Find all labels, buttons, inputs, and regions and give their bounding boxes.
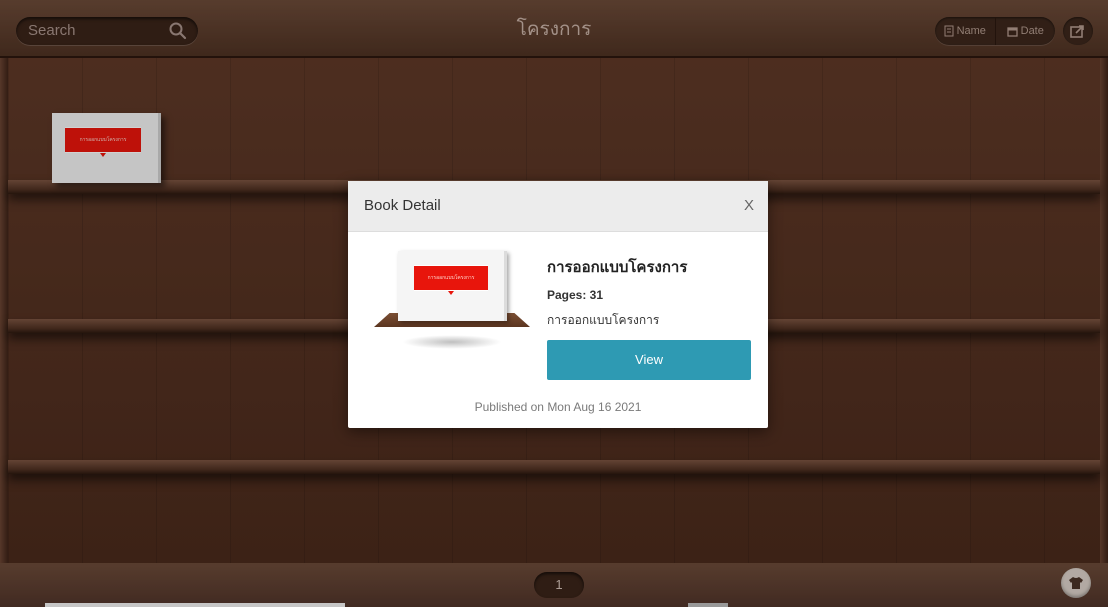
book-title: การออกแบบโครงการ: [547, 259, 688, 276]
preview-cover-text: การออกแบบโครงการ: [427, 275, 475, 281]
preview-cover-band: การออกแบบโครงการ: [414, 265, 488, 295]
view-button[interactable]: View: [547, 340, 751, 380]
published-date: Published on Mon Aug 16 2021: [474, 400, 642, 414]
book-detail-dialog: Book Detail X การออกแบบโครงการ การออกแบบ…: [348, 181, 768, 428]
book-pages: Pages: 31: [547, 288, 604, 302]
dialog-title: Book Detail: [364, 197, 441, 214]
book-description: การออกแบบโครงการ: [547, 313, 660, 327]
close-button[interactable]: X: [744, 197, 754, 214]
book-info: การออกแบบโครงการ Pages: 31 การออกแบบโครง…: [547, 255, 751, 380]
preview-shadow: [402, 335, 502, 349]
dialog-header: Book Detail X: [348, 181, 768, 232]
preview-book: การออกแบบโครงการ: [398, 251, 507, 321]
book-preview: การออกแบบโครงการ: [372, 251, 532, 371]
